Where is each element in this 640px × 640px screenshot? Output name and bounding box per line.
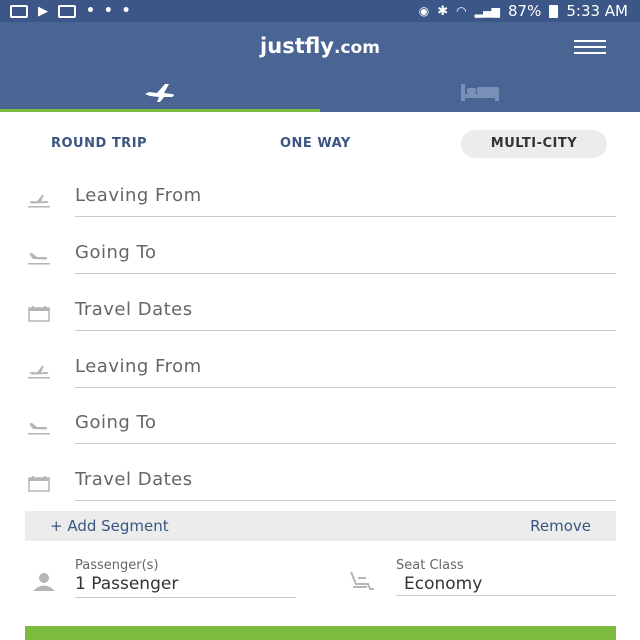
trip-type-selector: ROUND TRIP ONE WAY MULTI-CITY xyxy=(0,130,640,160)
tab-flights[interactable] xyxy=(0,72,320,112)
status-bar: ▶ • • • ◉ ✱ ◠ ▂▄▆ 87% 5:33 AM xyxy=(0,0,640,22)
location-icon: ◉ xyxy=(418,4,430,18)
app-header: justfly.com xyxy=(0,22,640,112)
passengers-selector[interactable]: Passenger(s) 1 Passenger xyxy=(0,558,300,602)
tab-hotels[interactable] xyxy=(320,72,640,112)
mail-notification-icon xyxy=(58,4,76,18)
passengers-label: Passenger(s) xyxy=(75,558,159,573)
battery-icon xyxy=(549,4,559,18)
hamburger-menu-icon[interactable] xyxy=(574,40,606,56)
seat-class-value: Economy xyxy=(404,574,483,594)
going-to-field-2[interactable]: Going To xyxy=(0,407,640,463)
bed-icon xyxy=(461,84,499,101)
field-underline xyxy=(75,500,616,501)
arrival-icon xyxy=(28,253,50,265)
seat-icon xyxy=(350,571,374,590)
more-notifications-icon: • • • xyxy=(86,3,133,19)
airplane-icon xyxy=(145,83,174,102)
battery-percent: 87% xyxy=(508,2,542,20)
leaving-from-label: Leaving From xyxy=(75,356,202,377)
going-to-label: Going To xyxy=(75,412,157,433)
gallery-notification-icon xyxy=(10,4,28,18)
travel-dates-field-1[interactable]: Travel Dates xyxy=(0,294,640,350)
arrival-icon xyxy=(28,423,50,435)
leaving-from-label: Leaving From xyxy=(75,185,202,206)
departure-icon xyxy=(28,195,50,208)
clock: 5:33 AM xyxy=(566,2,628,20)
travel-dates-label: Travel Dates xyxy=(75,469,193,490)
wifi-icon: ◠ xyxy=(456,4,467,18)
person-icon xyxy=(33,573,55,591)
round-trip-option[interactable]: ROUND TRIP xyxy=(51,130,147,158)
field-underline xyxy=(75,330,616,331)
justfly-logo: justfly.com xyxy=(260,34,380,58)
seat-class-label: Seat Class xyxy=(396,558,464,573)
field-underline xyxy=(75,443,616,444)
segment-controls: + Add Segment Remove xyxy=(25,511,616,541)
field-underline xyxy=(75,216,616,217)
field-underline xyxy=(75,597,296,598)
field-underline xyxy=(75,387,616,388)
field-underline xyxy=(396,595,616,596)
field-underline xyxy=(75,273,616,274)
play-notification-icon: ▶ xyxy=(38,3,48,19)
going-to-field-1[interactable]: Going To xyxy=(0,237,640,293)
signal-icon: ▂▄▆ xyxy=(474,4,500,18)
leaving-from-field-2[interactable]: Leaving From xyxy=(0,351,640,407)
remove-segment-button[interactable]: Remove xyxy=(530,517,591,535)
add-segment-button[interactable]: + Add Segment xyxy=(50,517,169,535)
one-way-option[interactable]: ONE WAY xyxy=(280,130,351,158)
travel-dates-label: Travel Dates xyxy=(75,299,193,320)
passenger-seat-row: Passenger(s) 1 Passenger Seat Class Econ… xyxy=(0,558,640,608)
passengers-value: 1 Passenger xyxy=(75,574,179,594)
calendar-icon xyxy=(28,306,50,322)
search-flights-button[interactable] xyxy=(25,626,616,640)
departure-icon xyxy=(28,366,50,379)
leaving-from-field-1[interactable]: Leaving From xyxy=(0,180,640,236)
calendar-icon xyxy=(28,476,50,492)
bluetooth-icon: ✱ xyxy=(437,3,449,19)
seat-class-selector[interactable]: Seat Class Economy xyxy=(340,558,620,602)
multi-city-option[interactable]: MULTI-CITY xyxy=(461,130,607,158)
going-to-label: Going To xyxy=(75,242,157,263)
